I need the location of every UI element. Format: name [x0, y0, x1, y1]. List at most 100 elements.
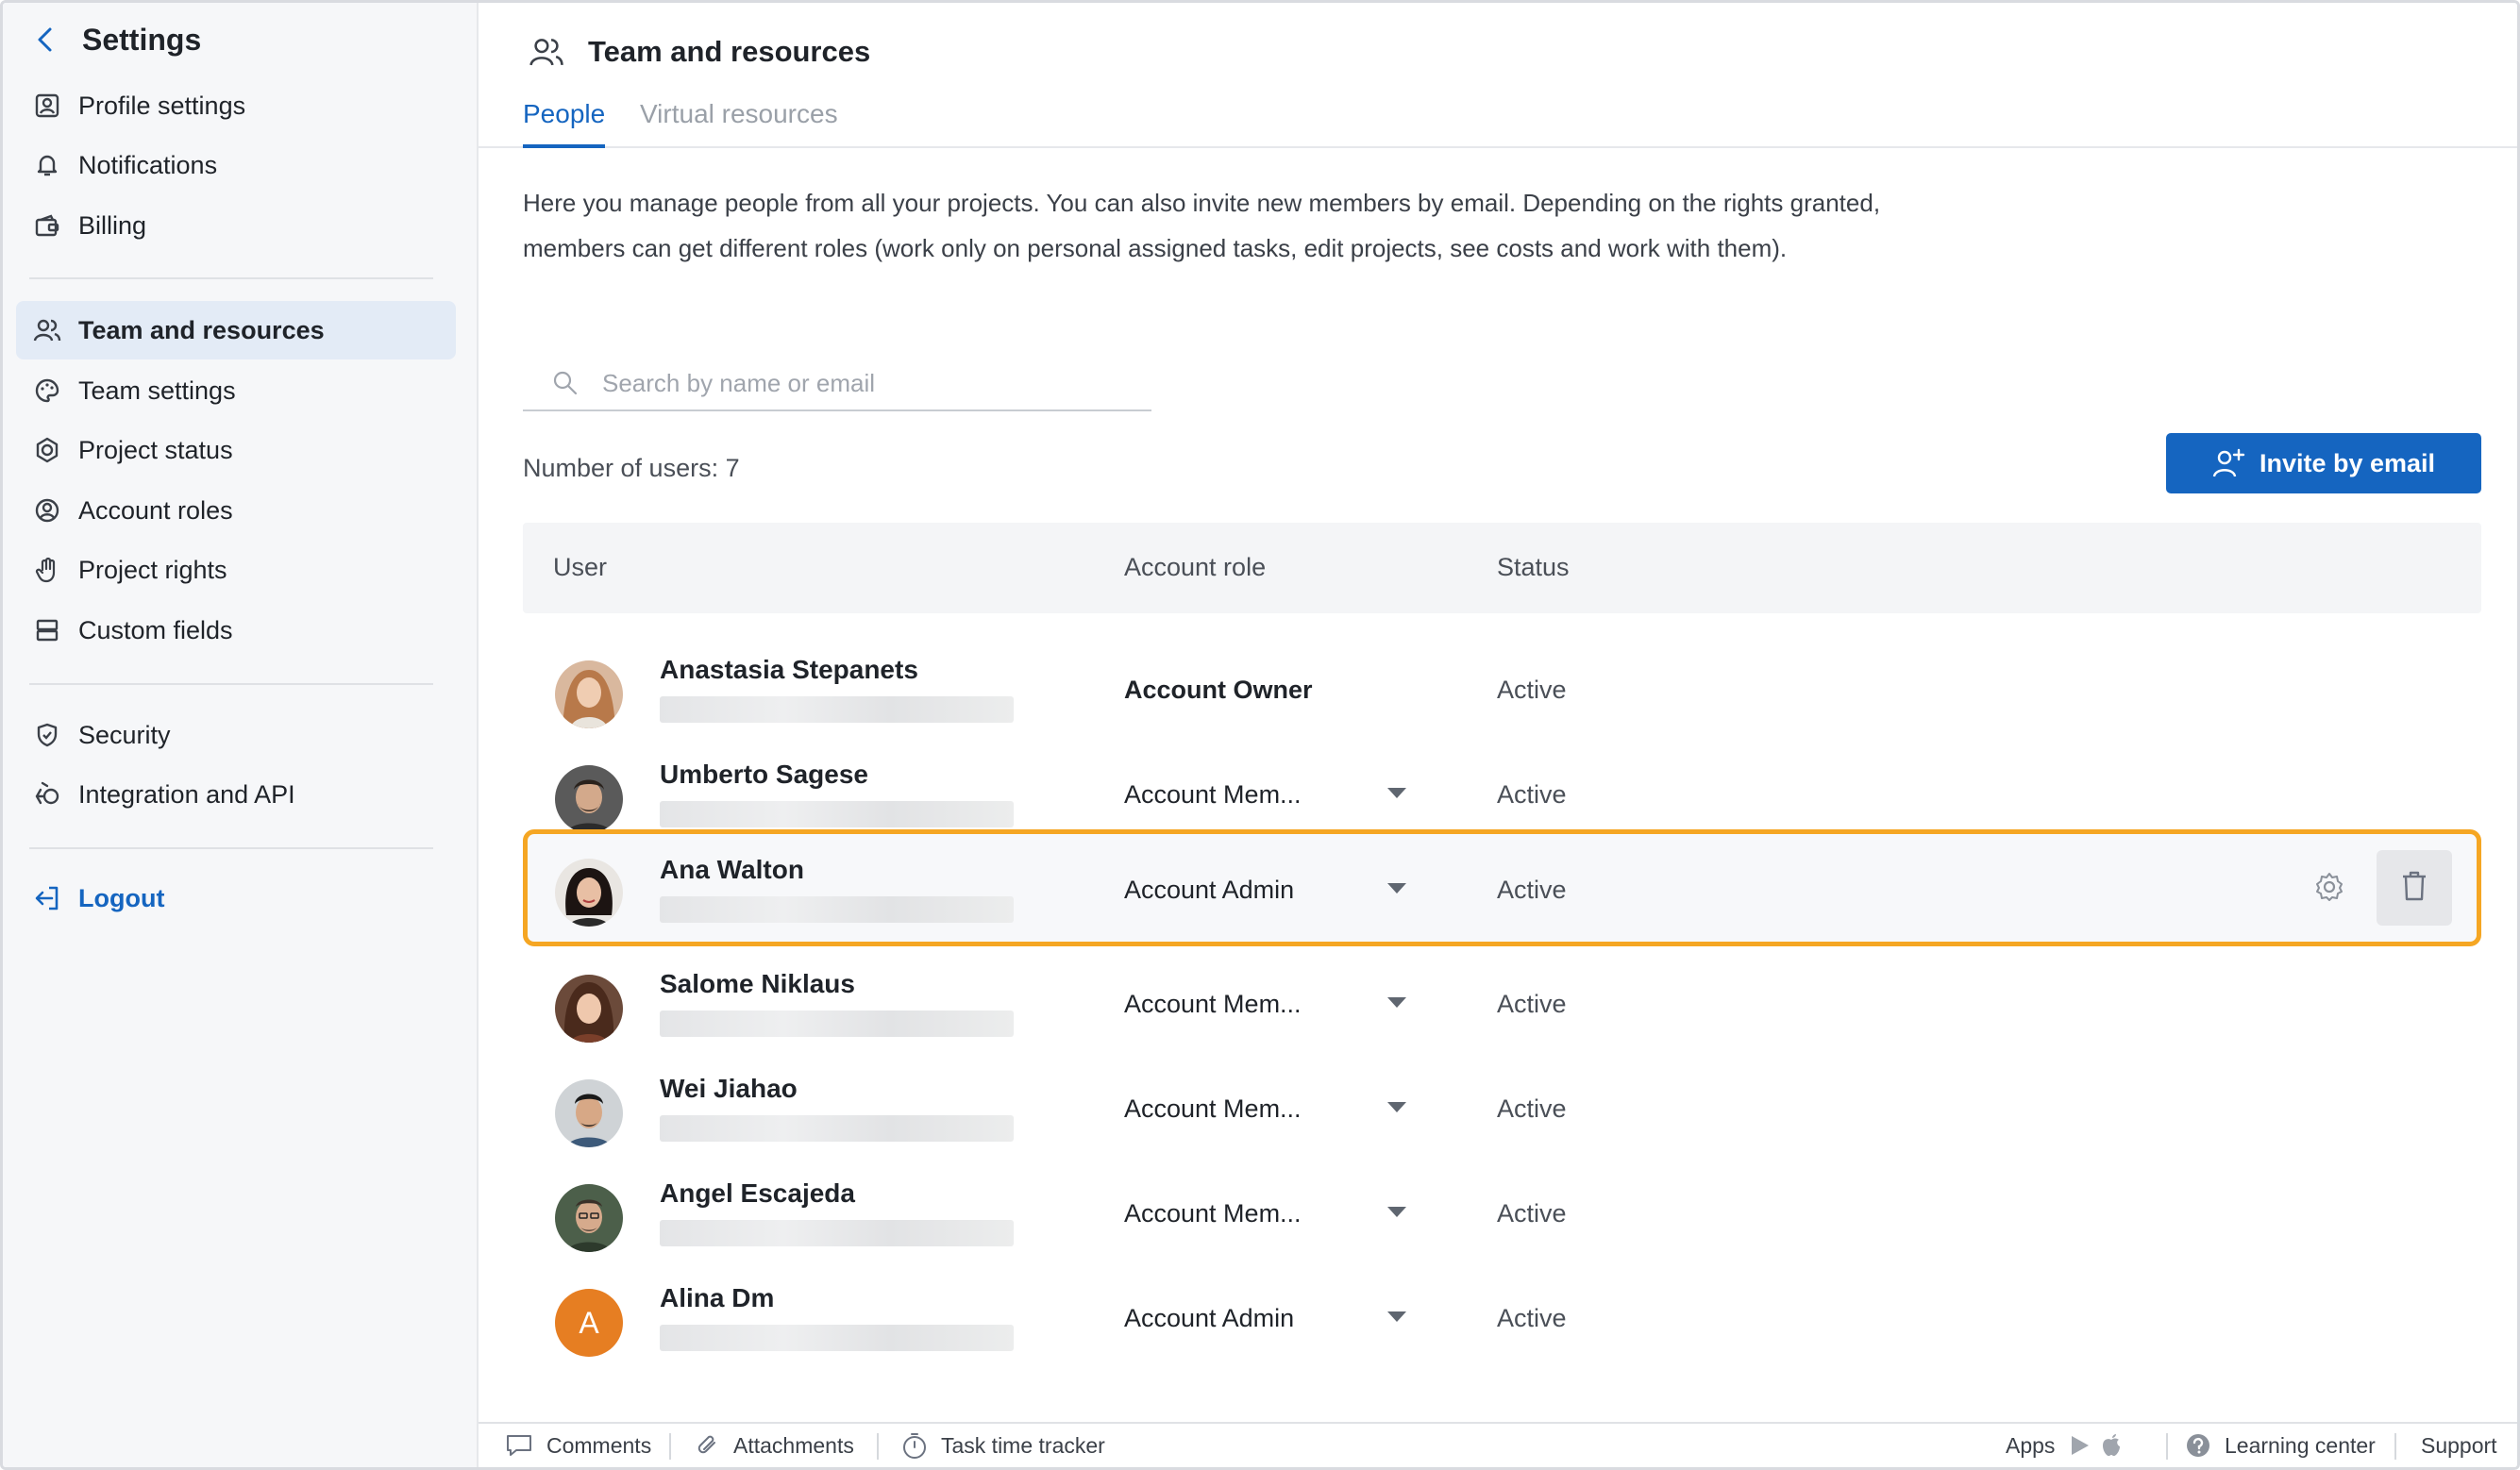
- footer-divider: [2166, 1433, 2168, 1460]
- account-role-dropdown[interactable]: Account Mem...: [1124, 1094, 1302, 1124]
- search-input[interactable]: [602, 368, 1131, 398]
- avatar: [555, 975, 623, 1043]
- sidebar-item-profile-settings[interactable]: Profile settings: [16, 76, 456, 135]
- footer-comments[interactable]: Comments: [505, 1424, 651, 1467]
- tab-virtual-resources[interactable]: Virtual resources: [640, 99, 838, 148]
- delete-user-button[interactable]: [2377, 850, 2452, 926]
- footer-learning-center[interactable]: Learning center: [2185, 1424, 2376, 1467]
- stopwatch-icon: [901, 1431, 928, 1460]
- account-role-dropdown[interactable]: Account Mem...: [1124, 990, 1302, 1019]
- user-status: Active: [1497, 1304, 1567, 1332]
- trash-icon: [2399, 869, 2429, 908]
- sidebar-item-project-rights[interactable]: Project rights: [16, 541, 456, 599]
- table-row-selected[interactable]: Ana Walton Account Admin Active: [523, 829, 2481, 946]
- api-icon: [16, 781, 78, 808]
- footer-bar: Comments Attachments Task time tracker A…: [479, 1422, 2517, 1467]
- app-window: Settings Profile settings Notifications …: [0, 0, 2520, 1470]
- column-header-status: Status: [1497, 553, 1570, 581]
- table-row[interactable]: Salome Niklaus Account Mem... Active: [523, 943, 2481, 1047]
- sidebar-item-label: Account roles: [78, 495, 233, 525]
- back-chevron-icon[interactable]: [22, 16, 69, 63]
- chevron-down-icon[interactable]: [1387, 788, 1406, 798]
- chevron-down-icon[interactable]: [1387, 997, 1406, 1008]
- footer-task-time-tracker[interactable]: Task time tracker: [901, 1424, 1105, 1467]
- play-store-icon[interactable]: [2070, 1434, 2091, 1457]
- sidebar: Settings Profile settings Notifications …: [3, 3, 479, 1467]
- avatar: [555, 765, 623, 833]
- logout-icon: [16, 884, 78, 912]
- redacted-email: [660, 1115, 1014, 1142]
- table-header: User Account role Status: [523, 523, 2481, 613]
- user-status: Active: [1497, 676, 1567, 704]
- team-icon: [16, 317, 78, 343]
- footer-apps[interactable]: Apps: [2006, 1424, 2123, 1467]
- table-row[interactable]: Umberto Sagese Account Mem... Active: [523, 733, 2481, 838]
- table-row[interactable]: Angel Escajeda Account Mem... Active: [523, 1152, 2481, 1257]
- column-header-user: User: [553, 553, 608, 581]
- avatar: [555, 660, 623, 728]
- user-name: Ana Walton: [660, 855, 804, 884]
- user-circle-icon: [16, 497, 78, 524]
- user-name: Anastasia Stepanets: [660, 655, 918, 684]
- wallet-icon: [16, 212, 78, 239]
- user-settings-button[interactable]: [2305, 864, 2354, 913]
- sidebar-item-account-roles[interactable]: Account roles: [16, 481, 456, 540]
- avatar: A: [555, 1289, 623, 1357]
- invite-by-email-button[interactable]: Invite by email: [2166, 433, 2481, 493]
- gear-icon: [2313, 871, 2345, 908]
- sidebar-title: Settings: [82, 22, 202, 57]
- footer-support-label: Support: [2421, 1432, 2497, 1458]
- sidebar-item-project-status[interactable]: Project status: [16, 421, 456, 479]
- account-role: Account Owner: [1124, 676, 1313, 704]
- sidebar-divider: [29, 277, 433, 279]
- table-row[interactable]: Wei Jiahao Account Mem... Active: [523, 1047, 2481, 1152]
- search-box: [523, 357, 1151, 411]
- sidebar-divider: [29, 847, 433, 849]
- sidebar-item-label: Team settings: [78, 376, 236, 405]
- account-role-dropdown[interactable]: Account Mem...: [1124, 1199, 1302, 1228]
- sidebar-divider: [29, 683, 433, 685]
- footer-support[interactable]: Support: [2421, 1424, 2497, 1467]
- sidebar-item-team-settings[interactable]: Team settings: [16, 361, 456, 420]
- footer-divider: [669, 1433, 671, 1460]
- account-role-dropdown[interactable]: Account Admin: [1124, 876, 1294, 905]
- sidebar-item-security[interactable]: Security: [16, 706, 456, 764]
- invite-button-label: Invite by email: [2259, 448, 2436, 477]
- redacted-email: [660, 696, 1014, 723]
- main-content: Team and resources People Virtual resour…: [479, 3, 2517, 1428]
- logout-button[interactable]: Logout: [16, 869, 456, 927]
- chevron-down-icon[interactable]: [1387, 883, 1406, 894]
- palette-icon: [16, 377, 78, 404]
- account-role-dropdown[interactable]: Account Admin: [1124, 1304, 1294, 1333]
- page-title: Team and resources: [588, 35, 871, 68]
- user-name: Salome Niklaus: [660, 969, 855, 998]
- tab-people[interactable]: People: [523, 99, 606, 148]
- redacted-email: [660, 1011, 1014, 1037]
- sidebar-item-integration-and-api[interactable]: Integration and API: [16, 765, 456, 824]
- chevron-down-icon[interactable]: [1387, 1102, 1406, 1112]
- apple-icon[interactable]: [2100, 1433, 2123, 1458]
- logout-label: Logout: [78, 883, 165, 912]
- sidebar-item-notifications[interactable]: Notifications: [16, 136, 456, 194]
- footer-tracker-label: Task time tracker: [941, 1432, 1105, 1458]
- user-count: Number of users: 7: [523, 454, 740, 482]
- table-row[interactable]: A Alina Dm Account Admin Active: [523, 1257, 2481, 1361]
- sidebar-item-billing[interactable]: Billing: [16, 196, 456, 255]
- sidebar-item-label: Profile settings: [78, 91, 246, 120]
- column-header-account-role: Account role: [1124, 553, 1267, 581]
- bell-icon: [16, 152, 78, 178]
- user-name: Umberto Sagese: [660, 760, 868, 789]
- sidebar-header: Settings: [22, 16, 201, 63]
- chevron-down-icon[interactable]: [1387, 1311, 1406, 1322]
- sidebar-item-label: Project status: [78, 435, 233, 464]
- sidebar-item-team-and-resources[interactable]: Team and resources: [16, 301, 456, 359]
- sidebar-item-label: Notifications: [78, 150, 218, 179]
- table-row[interactable]: Anastasia Stepanets Account Owner Active: [523, 628, 2481, 733]
- sidebar-item-label: Project rights: [78, 555, 227, 584]
- footer-divider: [2394, 1433, 2396, 1460]
- paperclip-icon: [696, 1433, 720, 1458]
- chevron-down-icon[interactable]: [1387, 1207, 1406, 1217]
- footer-attachments[interactable]: Attachments: [696, 1424, 854, 1467]
- sidebar-item-custom-fields[interactable]: Custom fields: [16, 601, 456, 660]
- account-role-dropdown[interactable]: Account Mem...: [1124, 780, 1302, 810]
